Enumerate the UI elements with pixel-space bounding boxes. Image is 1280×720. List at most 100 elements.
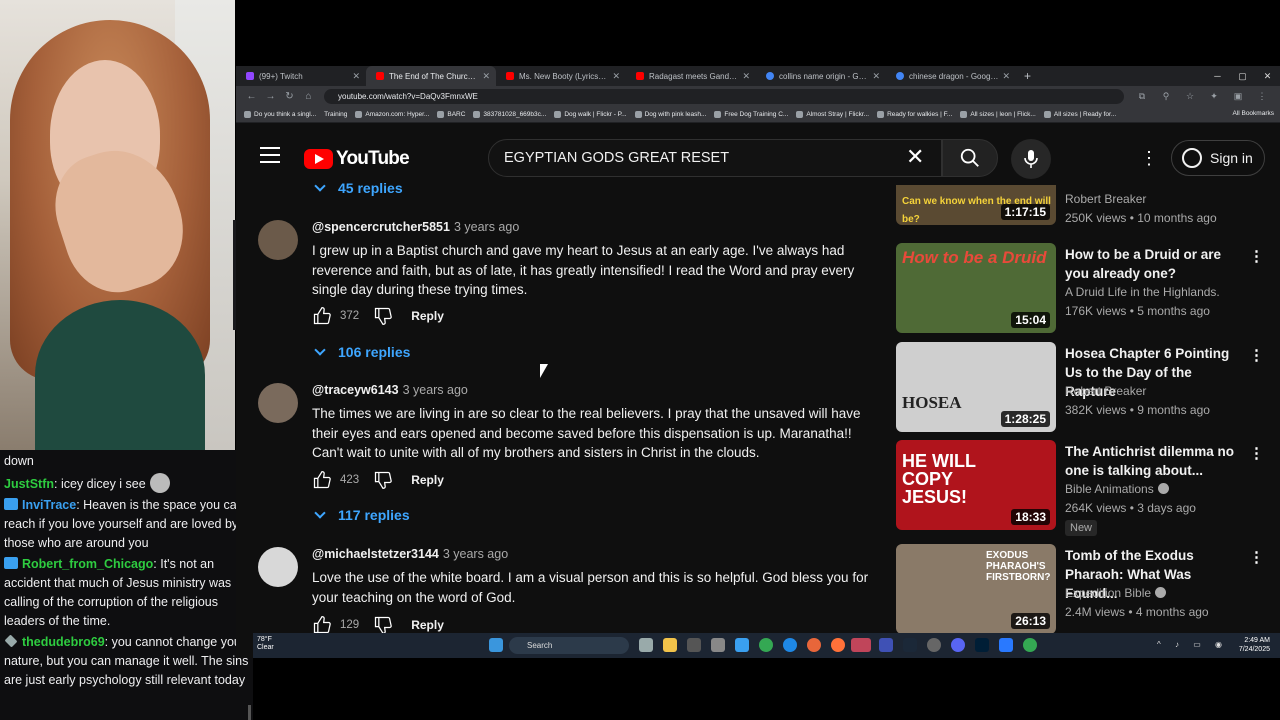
steam-icon[interactable] [903, 638, 917, 652]
tab-youtube[interactable]: Radagast meets Gandalf! | The✕ [626, 66, 756, 86]
forward-icon[interactable]: → [261, 91, 280, 102]
voice-search-button[interactable] [1011, 139, 1051, 179]
maximize-icon[interactable]: ▢ [1230, 71, 1255, 82]
close-tab-icon[interactable]: ✕ [872, 71, 880, 82]
active-app-icon[interactable] [851, 638, 871, 652]
taskbar-search[interactable]: Search [509, 637, 629, 654]
system-tray[interactable]: ^ ♪ ▭ ◉ [1157, 640, 1228, 649]
comment-author[interactable]: @spencercrutcher5851 [312, 220, 450, 234]
windows-start-icon[interactable] [489, 638, 503, 652]
youtube-logo[interactable]: YouTube [304, 148, 410, 170]
bookmark-item[interactable]: Do you think a singl... [244, 110, 316, 118]
extensions-icon[interactable]: ✦ [1202, 91, 1226, 102]
video-thumbnail[interactable]: Can we know when the end will be? 1:17:1… [896, 185, 1056, 225]
bookmark-item[interactable]: All sizes | Ready for... [1043, 110, 1116, 118]
thumbs-down-icon[interactable] [373, 615, 393, 635]
app-icon[interactable] [879, 638, 893, 652]
thumbs-up-icon[interactable] [312, 615, 332, 635]
bookmark-item[interactable]: Ready for walkies | F... [877, 110, 952, 118]
tab-youtube[interactable]: Ms. New Booty (Lyrics) - Bubba ✕ [496, 66, 626, 86]
replies-toggle[interactable]: 106 replies [314, 344, 410, 360]
app-icon[interactable] [807, 638, 821, 652]
photoshop-icon[interactable] [975, 638, 989, 652]
comment-author[interactable]: @michaelstetzer3144 [312, 547, 439, 561]
chat-scrollbar[interactable] [248, 705, 251, 720]
chat-username[interactable]: thedudebro69 [22, 635, 105, 649]
app-icon[interactable] [927, 638, 941, 652]
clear-search-icon[interactable]: ✕ [906, 146, 924, 168]
comment-time[interactable]: 3 years ago [403, 383, 468, 397]
new-tab-button[interactable]: + [1024, 69, 1031, 83]
reply-button[interactable]: Reply [411, 309, 444, 323]
close-tab-icon[interactable]: ✕ [482, 71, 490, 82]
related-video[interactable]: HE WILL COPY JESUS! 18:33 The Antichrist… [896, 440, 1276, 536]
channel-name[interactable]: Robert Breaker [1065, 192, 1146, 206]
install-icon[interactable]: ⧉ [1130, 91, 1154, 102]
chat-username[interactable]: Robert_from_Chicago [22, 557, 153, 571]
more-options-icon[interactable]: ⋮ [1249, 346, 1264, 364]
sign-in-button[interactable]: Sign in [1171, 140, 1265, 176]
avatar[interactable] [258, 383, 298, 423]
url-field[interactable]: youtube.com/watch?v=DaQv3FmnxWE [324, 88, 1124, 104]
comment-time[interactable]: 3 years ago [454, 220, 519, 234]
chat-username[interactable]: JustStfn [4, 477, 54, 491]
app-icon[interactable] [735, 638, 749, 652]
bookmark-item[interactable]: Free Dog Training C... [714, 110, 788, 118]
comment-author[interactable]: @traceyw6143 [312, 383, 399, 397]
close-tab-icon[interactable]: ✕ [612, 71, 620, 82]
more-options-icon[interactable]: ⋮ [1249, 444, 1264, 462]
bookmark-item[interactable]: Training [324, 111, 347, 118]
avatar[interactable] [258, 220, 298, 260]
search-input[interactable]: EGYPTIAN GODS GREAT RESET [488, 139, 942, 177]
zoom-icon[interactable]: ⚲ [1154, 91, 1178, 102]
related-video[interactable]: How to be a Druid 15:04 How to be a Drui… [896, 243, 1276, 335]
weather-widget[interactable]: 78°F Clear [257, 636, 274, 652]
edge-icon[interactable] [783, 638, 797, 652]
video-thumbnail[interactable]: How to be a Druid 15:04 [896, 243, 1056, 333]
chat-username[interactable]: InviTrace [22, 498, 76, 512]
hamburger-menu-icon[interactable] [260, 147, 280, 163]
close-tab-icon[interactable]: ✕ [352, 71, 360, 82]
chrome-icon[interactable] [1023, 638, 1037, 652]
tab-google[interactable]: collins name origin - Google Se ✕ [756, 66, 886, 86]
tab-twitch[interactable]: (99+) Twitch ✕ [236, 66, 366, 86]
related-video[interactable]: EXODUS PHARAOH'S FIRSTBORN? 26:13 Tomb o… [896, 544, 1276, 636]
app-icon[interactable] [687, 638, 701, 652]
bookmark-item[interactable]: All sizes | leon | Flick... [960, 110, 1036, 118]
sidepanel-icon[interactable]: ▣ [1226, 91, 1250, 102]
more-options-icon[interactable]: ⋮ [1249, 548, 1264, 566]
video-title[interactable]: The Antichrist dilemma no one is talking… [1065, 442, 1243, 480]
chrome-icon[interactable] [759, 638, 773, 652]
back-icon[interactable]: ← [242, 91, 261, 102]
thumbs-down-icon[interactable] [373, 470, 393, 490]
thumbs-up-icon[interactable] [312, 470, 332, 490]
close-tab-icon[interactable]: ✕ [1002, 71, 1010, 82]
video-thumbnail[interactable]: HOSEA 1:28:25 [896, 342, 1056, 432]
channel-name[interactable]: Expedition Bible [1065, 586, 1151, 600]
file-explorer-icon[interactable] [663, 638, 677, 652]
comment-time[interactable]: 3 years ago [443, 547, 508, 561]
bookmark-item[interactable]: Dog with pink leash... [634, 110, 706, 118]
replies-toggle[interactable]: 45 replies [314, 180, 403, 196]
video-thumbnail[interactable]: HE WILL COPY JESUS! 18:33 [896, 440, 1056, 530]
video-title[interactable]: How to be a Druid or are you already one… [1065, 245, 1243, 283]
search-button[interactable] [942, 139, 998, 177]
firefox-icon[interactable] [831, 638, 845, 652]
channel-name[interactable]: A Druid Life in the Highlands. [1065, 285, 1220, 299]
all-bookmarks-button[interactable]: All Bookmarks [1232, 110, 1274, 117]
close-window-icon[interactable]: ✕ [1255, 71, 1280, 82]
taskview-icon[interactable] [639, 638, 653, 652]
app-icon[interactable] [999, 638, 1013, 652]
related-video[interactable]: HOSEA 1:28:25 Hosea Chapter 6 Pointing U… [896, 342, 1276, 434]
avatar[interactable] [258, 547, 298, 587]
replies-toggle[interactable]: 117 replies [314, 507, 410, 523]
reload-icon[interactable]: ↻ [280, 91, 299, 102]
channel-name[interactable]: Robert Breaker [1065, 384, 1146, 398]
tab-google[interactable]: chinese dragon - Google Search ✕ [886, 66, 1016, 86]
settings-dots-icon[interactable]: ⋮ [1140, 148, 1158, 169]
reply-button[interactable]: Reply [411, 618, 444, 632]
thumbs-down-icon[interactable] [373, 306, 393, 326]
thumbs-up-icon[interactable] [312, 306, 332, 326]
video-thumbnail[interactable]: EXODUS PHARAOH'S FIRSTBORN? 26:13 [896, 544, 1056, 634]
clock[interactable]: 2:49 AM 7/24/2025 [1239, 636, 1270, 654]
